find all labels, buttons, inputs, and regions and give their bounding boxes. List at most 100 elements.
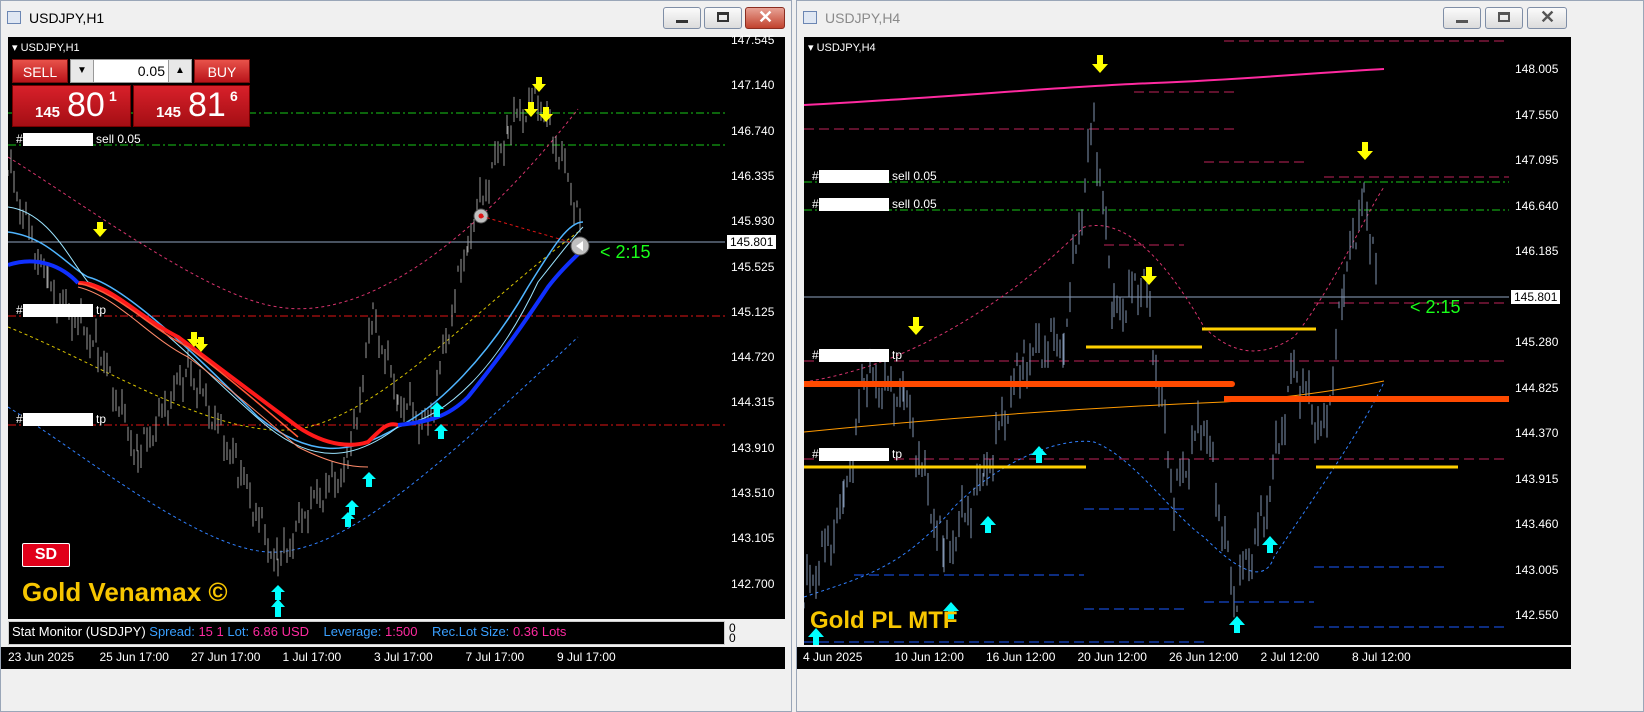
- right-symbol-text: USDJPY,H4: [816, 42, 876, 54]
- price-tick: 144.315: [731, 395, 775, 410]
- order-prefix: #: [812, 447, 819, 461]
- order-text: tp: [96, 412, 107, 426]
- order-prefix: #: [812, 348, 819, 362]
- bar-timer: < 2:15: [600, 242, 651, 262]
- price-tick: 144.370: [1515, 426, 1559, 440]
- left-titlebar[interactable]: USDJPY,H1 ✕: [1, 1, 791, 37]
- lot-label: Lot:: [227, 624, 250, 639]
- price-tick: 143.915: [1515, 471, 1559, 486]
- right-date-axis: 4 Jun 2025 10 Jun 12:00 16 Jun 12:00 20 Jun…: [797, 647, 1571, 669]
- date-tick: 4 Jun 2025: [803, 650, 863, 664]
- price-tick: 146.740: [731, 123, 775, 138]
- price-tick: 147.140: [731, 78, 775, 93]
- price-tick: 145.930: [731, 214, 775, 229]
- sd-badge[interactable]: SD: [22, 543, 70, 567]
- right-chart-window: USDJPY,H4 ✕ ▾ USDJPY,H4 # sell 0.05 # se…: [796, 0, 1644, 712]
- right-titlebar[interactable]: USDJPY,H4 ✕: [797, 1, 1643, 37]
- date-tick: 3 Jul 17:00: [374, 650, 433, 664]
- sub-tick: 0: [729, 631, 736, 645]
- right-chart-area[interactable]: ▾ USDJPY,H4 # sell 0.05 # sell 0.05 # tp…: [804, 37, 1509, 645]
- order-text: sell 0.05: [892, 169, 937, 183]
- order-label-sell[interactable]: # sell 0.05: [16, 132, 141, 147]
- date-tick: 9 Jul 17:00: [557, 650, 616, 664]
- buy-price-sup: 6: [230, 88, 238, 104]
- date-tick: 26 Jun 12:00: [1169, 650, 1239, 664]
- brand-label: Gold PL MTF: [810, 607, 958, 634]
- close-button[interactable]: ✕: [1527, 7, 1567, 29]
- order-label-tp[interactable]: # tp: [16, 303, 107, 318]
- buy-signal-arrows: [271, 402, 448, 617]
- stat-monitor-bar: Stat Monitor (USDJPY) Spread: 15 1 Lot: …: [8, 621, 725, 645]
- date-tick: 1 Jul 17:00: [282, 650, 342, 664]
- right-price-axis[interactable]: 148.005147.550147.095146.640146.185145.7…: [1509, 37, 1571, 645]
- order-prefix: #: [812, 169, 819, 183]
- order-label-sell[interactable]: # sell 0.05: [812, 197, 937, 212]
- current-price-tag: 145.801: [1511, 290, 1561, 304]
- lot-increase-button[interactable]: ▲: [168, 60, 191, 82]
- price-tick: 143.910: [731, 440, 775, 455]
- price-tick: 142.700: [731, 576, 775, 591]
- date-tick: 8 Jul 12:00: [1352, 650, 1411, 664]
- maximize-button[interactable]: [1485, 7, 1523, 29]
- price-tick: 145.280: [1515, 335, 1559, 349]
- price-tick: 143.460: [1515, 517, 1559, 531]
- price-tick: 145.525: [731, 259, 775, 274]
- date-tick: 7 Jul 17:00: [465, 650, 525, 664]
- price-tick: 146.640: [1515, 198, 1559, 213]
- right-window-title: USDJPY,H4: [825, 10, 901, 26]
- order-prefix: #: [16, 303, 23, 317]
- right-chart-drawing: [804, 40, 1509, 645]
- order-text: tp: [892, 348, 903, 362]
- sell-price-sup: 1: [109, 88, 117, 104]
- buy-price-box[interactable]: 145 81 6: [133, 85, 250, 127]
- lot-decrease-button[interactable]: ▼: [71, 60, 94, 82]
- price-tick: 147.095: [1515, 153, 1559, 167]
- price-tick: 144.720: [731, 350, 775, 365]
- minimize-button[interactable]: [1443, 7, 1481, 29]
- price-tick: 144.825: [1515, 380, 1559, 395]
- rec-lot-value: 0.36 Lots: [512, 624, 567, 639]
- date-tick: 23 Jun 2025: [8, 650, 75, 664]
- lot-size-input[interactable]: ▼ 0.05 ▲: [70, 59, 192, 83]
- leverage-label: Leverage:: [323, 624, 382, 639]
- close-icon: ✕: [758, 7, 774, 27]
- order-label-sell[interactable]: # sell 0.05: [812, 169, 937, 184]
- rec-lot-label: Rec.Lot Size:: [431, 624, 510, 639]
- minimize-button[interactable]: [663, 7, 701, 29]
- leverage-value: 1:500: [384, 624, 418, 639]
- price-tick: 148.005: [1515, 62, 1559, 76]
- spread-label: Spread:: [149, 624, 195, 639]
- left-symbol-text: USDJPY,H1: [20, 42, 80, 54]
- order-label-tp[interactable]: # tp: [16, 412, 107, 427]
- price-tick: 146.335: [731, 168, 775, 183]
- lot-size-value: 0.05: [137, 63, 165, 79]
- left-date-axis: 23 Jun 2025 25 Jun 17:00 27 Jun 17:00 1 Jul…: [1, 647, 785, 669]
- bar-timer: < 2:15: [1410, 297, 1461, 317]
- order-text: tp: [96, 303, 107, 317]
- buy-button[interactable]: BUY: [194, 59, 250, 83]
- order-text: tp: [892, 447, 903, 461]
- order-text: sell 0.05: [892, 197, 937, 211]
- lot-value: 6.86 USD: [252, 624, 310, 639]
- order-text: sell 0.05: [96, 132, 141, 146]
- price-tick: 143.510: [731, 486, 775, 500]
- price-tick: 147.550: [1515, 107, 1559, 122]
- left-chart-window: USDJPY,H1 ✕ ▾ USDJPY,H1 SELL ▼ 0.05 ▲ BU…: [0, 0, 792, 712]
- price-tick: 143.005: [1515, 562, 1559, 577]
- buy-price-small: 145: [156, 104, 182, 121]
- left-window-title: USDJPY,H1: [29, 10, 105, 26]
- order-label-tp[interactable]: # tp: [812, 447, 903, 462]
- left-chart-area[interactable]: ▾ USDJPY,H1 SELL ▼ 0.05 ▲ BUY 145 80 1 1…: [8, 37, 725, 619]
- close-button[interactable]: ✕: [745, 7, 785, 29]
- order-label-tp[interactable]: # tp: [812, 348, 903, 363]
- date-tick: 25 Jun 17:00: [99, 650, 169, 664]
- stat-prefix: Stat Monitor (USDJPY): [12, 624, 146, 639]
- maximize-button[interactable]: [704, 7, 742, 29]
- sell-price-box[interactable]: 145 80 1: [12, 85, 131, 127]
- price-tick: 146.185: [1515, 244, 1559, 258]
- date-tick: 20 Jun 12:00: [1077, 650, 1147, 664]
- chart-window-icon: [803, 11, 817, 24]
- left-price-axis[interactable]: 147.545 147.140 146.740 146.335 145.930 145.5…: [725, 33, 785, 619]
- sell-price-small: 145: [35, 104, 61, 121]
- sell-button[interactable]: SELL: [12, 59, 68, 83]
